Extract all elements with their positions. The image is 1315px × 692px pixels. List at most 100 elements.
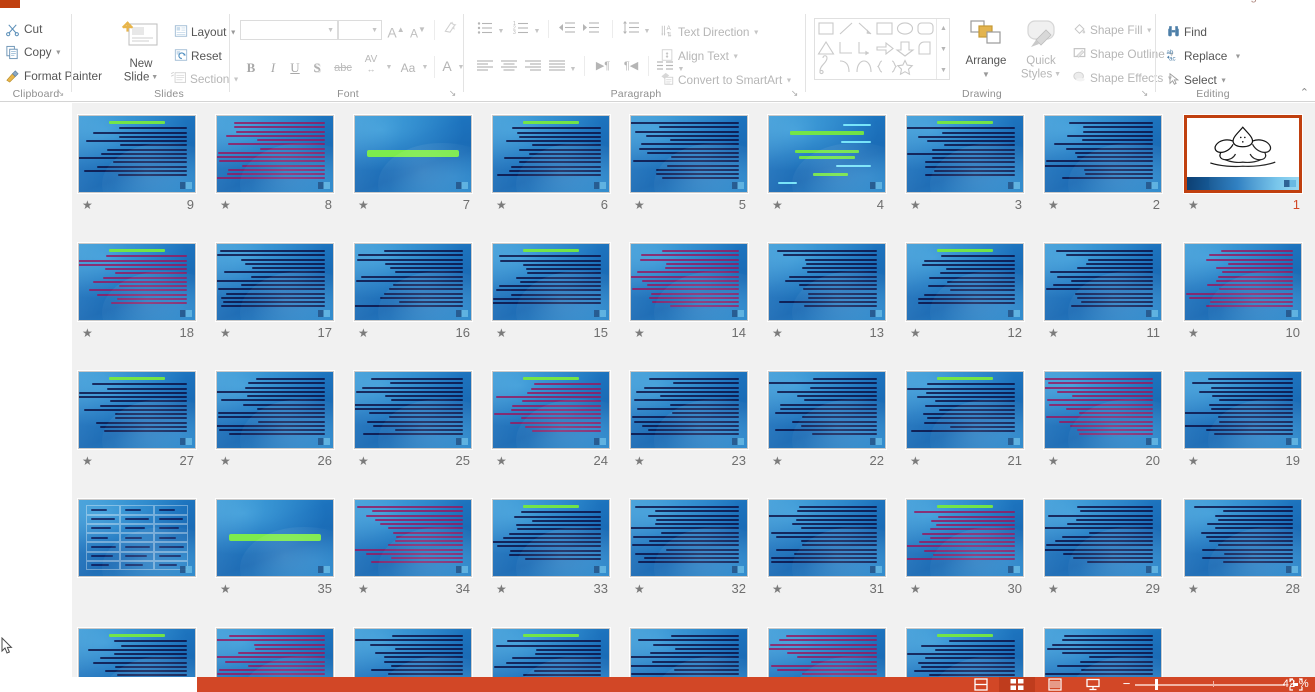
align-text-button[interactable]: Align Text ▼ — [660, 48, 739, 66]
sign-in-link[interactable]: Sign in — [1240, 0, 1277, 8]
justify-button[interactable] — [546, 58, 568, 78]
shapes-gallery-scrollbar[interactable]: ▲ ▼ ▼ — [936, 19, 949, 79]
reading-view-button[interactable] — [1037, 677, 1073, 692]
right-to-left-button[interactable]: ¶◀ — [618, 56, 644, 76]
slide-preview[interactable] — [216, 628, 334, 677]
slide-thumbnail[interactable]: ★ 14 — [630, 243, 748, 341]
shapes-scroll-down-icon[interactable]: ▼ — [937, 40, 950, 60]
transition-star-icon[interactable]: ★ — [358, 198, 369, 212]
paragraph-dialog-launcher[interactable]: ↘ — [789, 88, 800, 99]
slide-thumbnail[interactable]: ★ 29 — [1044, 499, 1162, 597]
slide-preview[interactable] — [78, 371, 196, 449]
slide-sorter-view-button[interactable] — [999, 677, 1035, 692]
numbering-button[interactable]: 123 — [510, 20, 532, 40]
slide-preview[interactable] — [1044, 243, 1162, 321]
slide-preview[interactable] — [492, 628, 610, 677]
slide-preview[interactable] — [906, 499, 1024, 577]
tab-design[interactable]: DESIGN — [150, 0, 208, 8]
slide-preview[interactable] — [1044, 371, 1162, 449]
slide-thumbnail[interactable] — [78, 499, 196, 597]
slide-thumbnail[interactable]: ★ 34 — [354, 499, 472, 597]
underline-button[interactable]: U — [286, 58, 304, 78]
slide-preview[interactable] — [630, 499, 748, 577]
slide-preview[interactable] — [906, 628, 1024, 677]
transition-star-icon[interactable]: ★ — [1048, 582, 1059, 596]
transition-star-icon[interactable]: ★ — [1048, 326, 1059, 340]
slide-thumbnail[interactable]: ★ 8 — [216, 115, 334, 213]
copy-button[interactable]: Copy ▼ — [5, 45, 62, 60]
slide-preview[interactable] — [630, 115, 748, 193]
transition-star-icon[interactable]: ★ — [1048, 198, 1059, 212]
slide-preview[interactable] — [768, 243, 886, 321]
slide-preview[interactable] — [768, 499, 886, 577]
slide-thumbnail[interactable]: ★ 6 — [492, 115, 610, 213]
slide-thumbnail[interactable]: ★ 18 — [78, 243, 196, 341]
font-size-combo[interactable]: ▼ — [338, 20, 382, 40]
slide-thumbnail[interactable]: ★ 25 — [354, 371, 472, 469]
align-right-button[interactable] — [522, 58, 544, 78]
slide-thumbnail[interactable]: ★ 41 — [630, 628, 748, 677]
slide-preview[interactable] — [630, 371, 748, 449]
slide-thumbnail[interactable]: ★ 2 — [1044, 115, 1162, 213]
slide-thumbnail[interactable]: ★ 1 — [1184, 115, 1302, 213]
numbering-dropdown-icon[interactable]: ▼ — [532, 22, 542, 42]
transition-star-icon[interactable]: ★ — [910, 326, 921, 340]
tab-transitions[interactable]: TRANSITIONS — [214, 0, 306, 8]
file-tab[interactable] — [0, 0, 20, 8]
slide-thumbnail[interactable]: ★ 35 — [216, 499, 334, 597]
slide-thumbnail[interactable]: ★ 13 — [768, 243, 886, 341]
slide-thumbnail[interactable]: ★ 32 — [630, 499, 748, 597]
slide-preview[interactable] — [354, 371, 472, 449]
tab-slide-show[interactable]: SLIDE SHOW — [412, 0, 498, 8]
slide-preview[interactable] — [354, 115, 472, 193]
slide-preview[interactable] — [630, 243, 748, 321]
copy-dropdown-icon[interactable]: ▼ — [55, 49, 62, 56]
slide-thumbnail[interactable]: ★ 33 — [492, 499, 610, 597]
slide-preview[interactable] — [492, 243, 610, 321]
slide-sorter-canvas[interactable]: ★ 9 ★ 8 ★ 7 ★ 6 ★ 5 ★ 4 ★ 3 ★ 2 ★ 1 ★ 18… — [0, 103, 1315, 677]
transition-star-icon[interactable]: ★ — [220, 198, 231, 212]
left-to-right-button[interactable]: ▶¶ — [590, 56, 616, 76]
slide-preview[interactable] — [492, 115, 610, 193]
slide-preview[interactable] — [768, 371, 886, 449]
font-name-dropdown-icon[interactable]: ▼ — [327, 27, 334, 34]
tab-home[interactable]: HOME — [22, 0, 80, 8]
arrange-dropdown-icon[interactable]: ▼ — [958, 68, 1014, 81]
slide-thumbnail[interactable]: ★ 39 — [906, 628, 1024, 677]
new-slide-button[interactable]: New Slide ▼ — [112, 20, 170, 85]
drawing-dialog-launcher[interactable]: ↘ — [1139, 88, 1150, 99]
shapes-scroll-up-icon[interactable]: ▲ — [937, 19, 950, 39]
slide-preview[interactable] — [1044, 115, 1162, 193]
slide-preview[interactable] — [216, 371, 334, 449]
slide-show-view-button[interactable] — [1075, 677, 1111, 692]
tab-review[interactable]: REVIEW — [506, 0, 570, 8]
transition-star-icon[interactable]: ★ — [220, 326, 231, 340]
slide-preview[interactable] — [1184, 115, 1302, 193]
decrease-indent-button[interactable] — [556, 20, 578, 40]
slide-preview[interactable] — [216, 243, 334, 321]
transition-star-icon[interactable]: ★ — [496, 326, 507, 340]
slide-thumbnail[interactable]: ★ 12 — [906, 243, 1024, 341]
slide-thumbnail[interactable]: ★ 22 — [768, 371, 886, 469]
slide-thumbnail[interactable]: ★ 30 — [906, 499, 1024, 597]
slide-thumbnail[interactable]: ★ 45 — [78, 628, 196, 677]
slide-thumbnail[interactable]: ★ 26 — [216, 371, 334, 469]
slide-preview[interactable] — [1184, 499, 1302, 577]
font-size-dropdown-icon[interactable]: ▼ — [371, 27, 378, 34]
slide-thumbnail[interactable]: ★ 15 — [492, 243, 610, 341]
collapse-ribbon-button[interactable]: ⌃ — [1300, 86, 1309, 99]
transition-star-icon[interactable]: ★ — [358, 326, 369, 340]
text-direction-button[interactable]: A ⇅ Text Direction ▼ — [660, 24, 760, 42]
zoom-out-button[interactable]: − — [1120, 677, 1133, 692]
transition-star-icon[interactable]: ★ — [1048, 454, 1059, 468]
change-case-button[interactable]: Aa — [396, 58, 420, 78]
bold-button[interactable]: B — [242, 58, 260, 78]
slide-thumbnail[interactable]: ★ 40 — [768, 628, 886, 677]
italic-button[interactable]: I — [264, 58, 282, 78]
slide-thumbnail[interactable]: ★ 17 — [216, 243, 334, 341]
justify-dropdown-icon[interactable]: ▼ — [568, 60, 578, 80]
text-shadow-button[interactable]: S — [308, 58, 326, 78]
grow-font-button[interactable]: A▲ — [386, 20, 406, 40]
font-color-button[interactable]: A — [438, 56, 456, 76]
slide-thumbnail[interactable]: ★ 7 — [354, 115, 472, 213]
